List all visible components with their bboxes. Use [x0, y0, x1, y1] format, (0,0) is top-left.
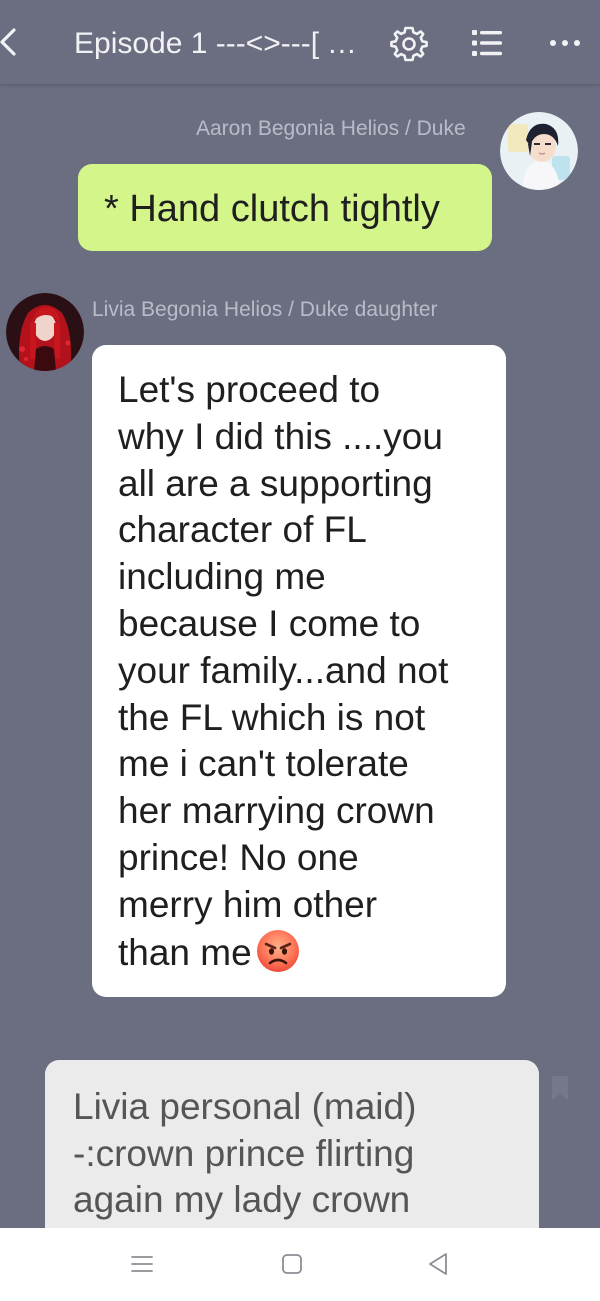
narration-bubble[interactable]: Livia personal (maid) -:crown prince fli…: [45, 1060, 539, 1250]
message-bubble-livia[interactable]: Let's proceed to why I did this ....you …: [92, 345, 506, 997]
list-icon[interactable]: [468, 24, 506, 62]
sender-name-livia: Livia Begonia Helios / Duke daughter: [92, 298, 438, 321]
sender-name-duke: Aaron Begonia Helios / Duke: [196, 117, 466, 140]
livia-avatar[interactable]: [6, 293, 84, 371]
more-dots-icon[interactable]: [546, 24, 584, 62]
gear-icon[interactable]: [390, 24, 428, 62]
menu-icon[interactable]: [128, 1250, 156, 1278]
bookmark-icon[interactable]: [548, 1074, 572, 1102]
episode-title[interactable]: Episode 1 ---<>---[ Tr...: [74, 22, 374, 66]
back-triangle-icon[interactable]: [424, 1250, 452, 1278]
home-square-icon[interactable]: [278, 1250, 306, 1278]
system-nav-bar: [0, 1228, 600, 1301]
duke-avatar[interactable]: [500, 112, 578, 190]
message-text-livia: Let's proceed to why I did this ....you …: [118, 369, 449, 973]
back-arrow-icon[interactable]: [0, 22, 28, 62]
angry-face-icon: [256, 929, 300, 973]
chat-screen: Episode 1 ---<>---[ Tr... Aaron Begonia …: [0, 0, 600, 1301]
message-bubble-duke[interactable]: * Hand clutch tightly: [78, 164, 492, 251]
top-bar: Episode 1 ---<>---[ Tr...: [0, 0, 600, 85]
